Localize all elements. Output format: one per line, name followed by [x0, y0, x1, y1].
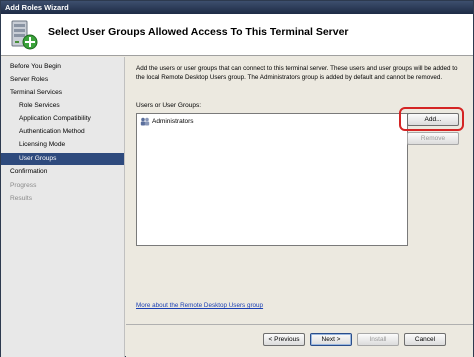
- wizard-window: Add Roles Wizard Select User Groups Allo…: [0, 0, 474, 357]
- list-item-label: Administrators: [152, 118, 194, 126]
- list-label: Users or User Groups:: [136, 102, 202, 109]
- nav-item-server-roles[interactable]: Server Roles: [1, 74, 124, 86]
- help-link[interactable]: More about the Remote Desktop Users grou…: [136, 302, 263, 309]
- nav-item-application-compatibility[interactable]: Application Compatibility: [1, 113, 124, 125]
- nav-item-before-you-begin[interactable]: Before You Begin: [1, 61, 124, 73]
- nav-item-terminal-services[interactable]: Terminal Services: [1, 87, 124, 99]
- previous-button[interactable]: < Previous: [263, 333, 305, 346]
- next-button[interactable]: Next >: [310, 333, 352, 346]
- server-add-icon: [11, 20, 38, 50]
- wizard-nav: Before You Begin Server Roles Terminal S…: [1, 57, 125, 357]
- user-groups-listbox[interactable]: Administrators: [136, 113, 408, 246]
- nav-item-progress: Progress: [10, 182, 37, 189]
- nav-item-authentication-method[interactable]: Authentication Method: [1, 126, 124, 138]
- list-item[interactable]: Administrators: [140, 117, 194, 127]
- nav-item-licensing-mode[interactable]: Licensing Mode: [1, 139, 124, 151]
- window-title: Add Roles Wizard: [1, 1, 473, 14]
- main-content: Add the users or user groups that can co…: [126, 57, 473, 324]
- wizard-header: Select User Groups Allowed Access To Thi…: [1, 14, 473, 56]
- user-group-icon: [140, 117, 150, 126]
- install-button: Install: [357, 333, 399, 346]
- highlight-annotation: [399, 107, 464, 131]
- wizard-footer: < Previous Next > Install Cancel: [126, 325, 473, 357]
- nav-item-user-groups[interactable]: User Groups: [1, 153, 124, 165]
- nav-item-confirmation[interactable]: Confirmation: [1, 166, 124, 178]
- remove-button: Remove: [407, 132, 459, 145]
- page-title: Select User Groups Allowed Access To Thi…: [48, 26, 349, 38]
- nav-item-results: Results: [10, 195, 32, 202]
- description-text: Add the users or user groups that can co…: [136, 65, 458, 81]
- cancel-button[interactable]: Cancel: [404, 333, 446, 346]
- nav-item-role-services[interactable]: Role Services: [1, 100, 124, 112]
